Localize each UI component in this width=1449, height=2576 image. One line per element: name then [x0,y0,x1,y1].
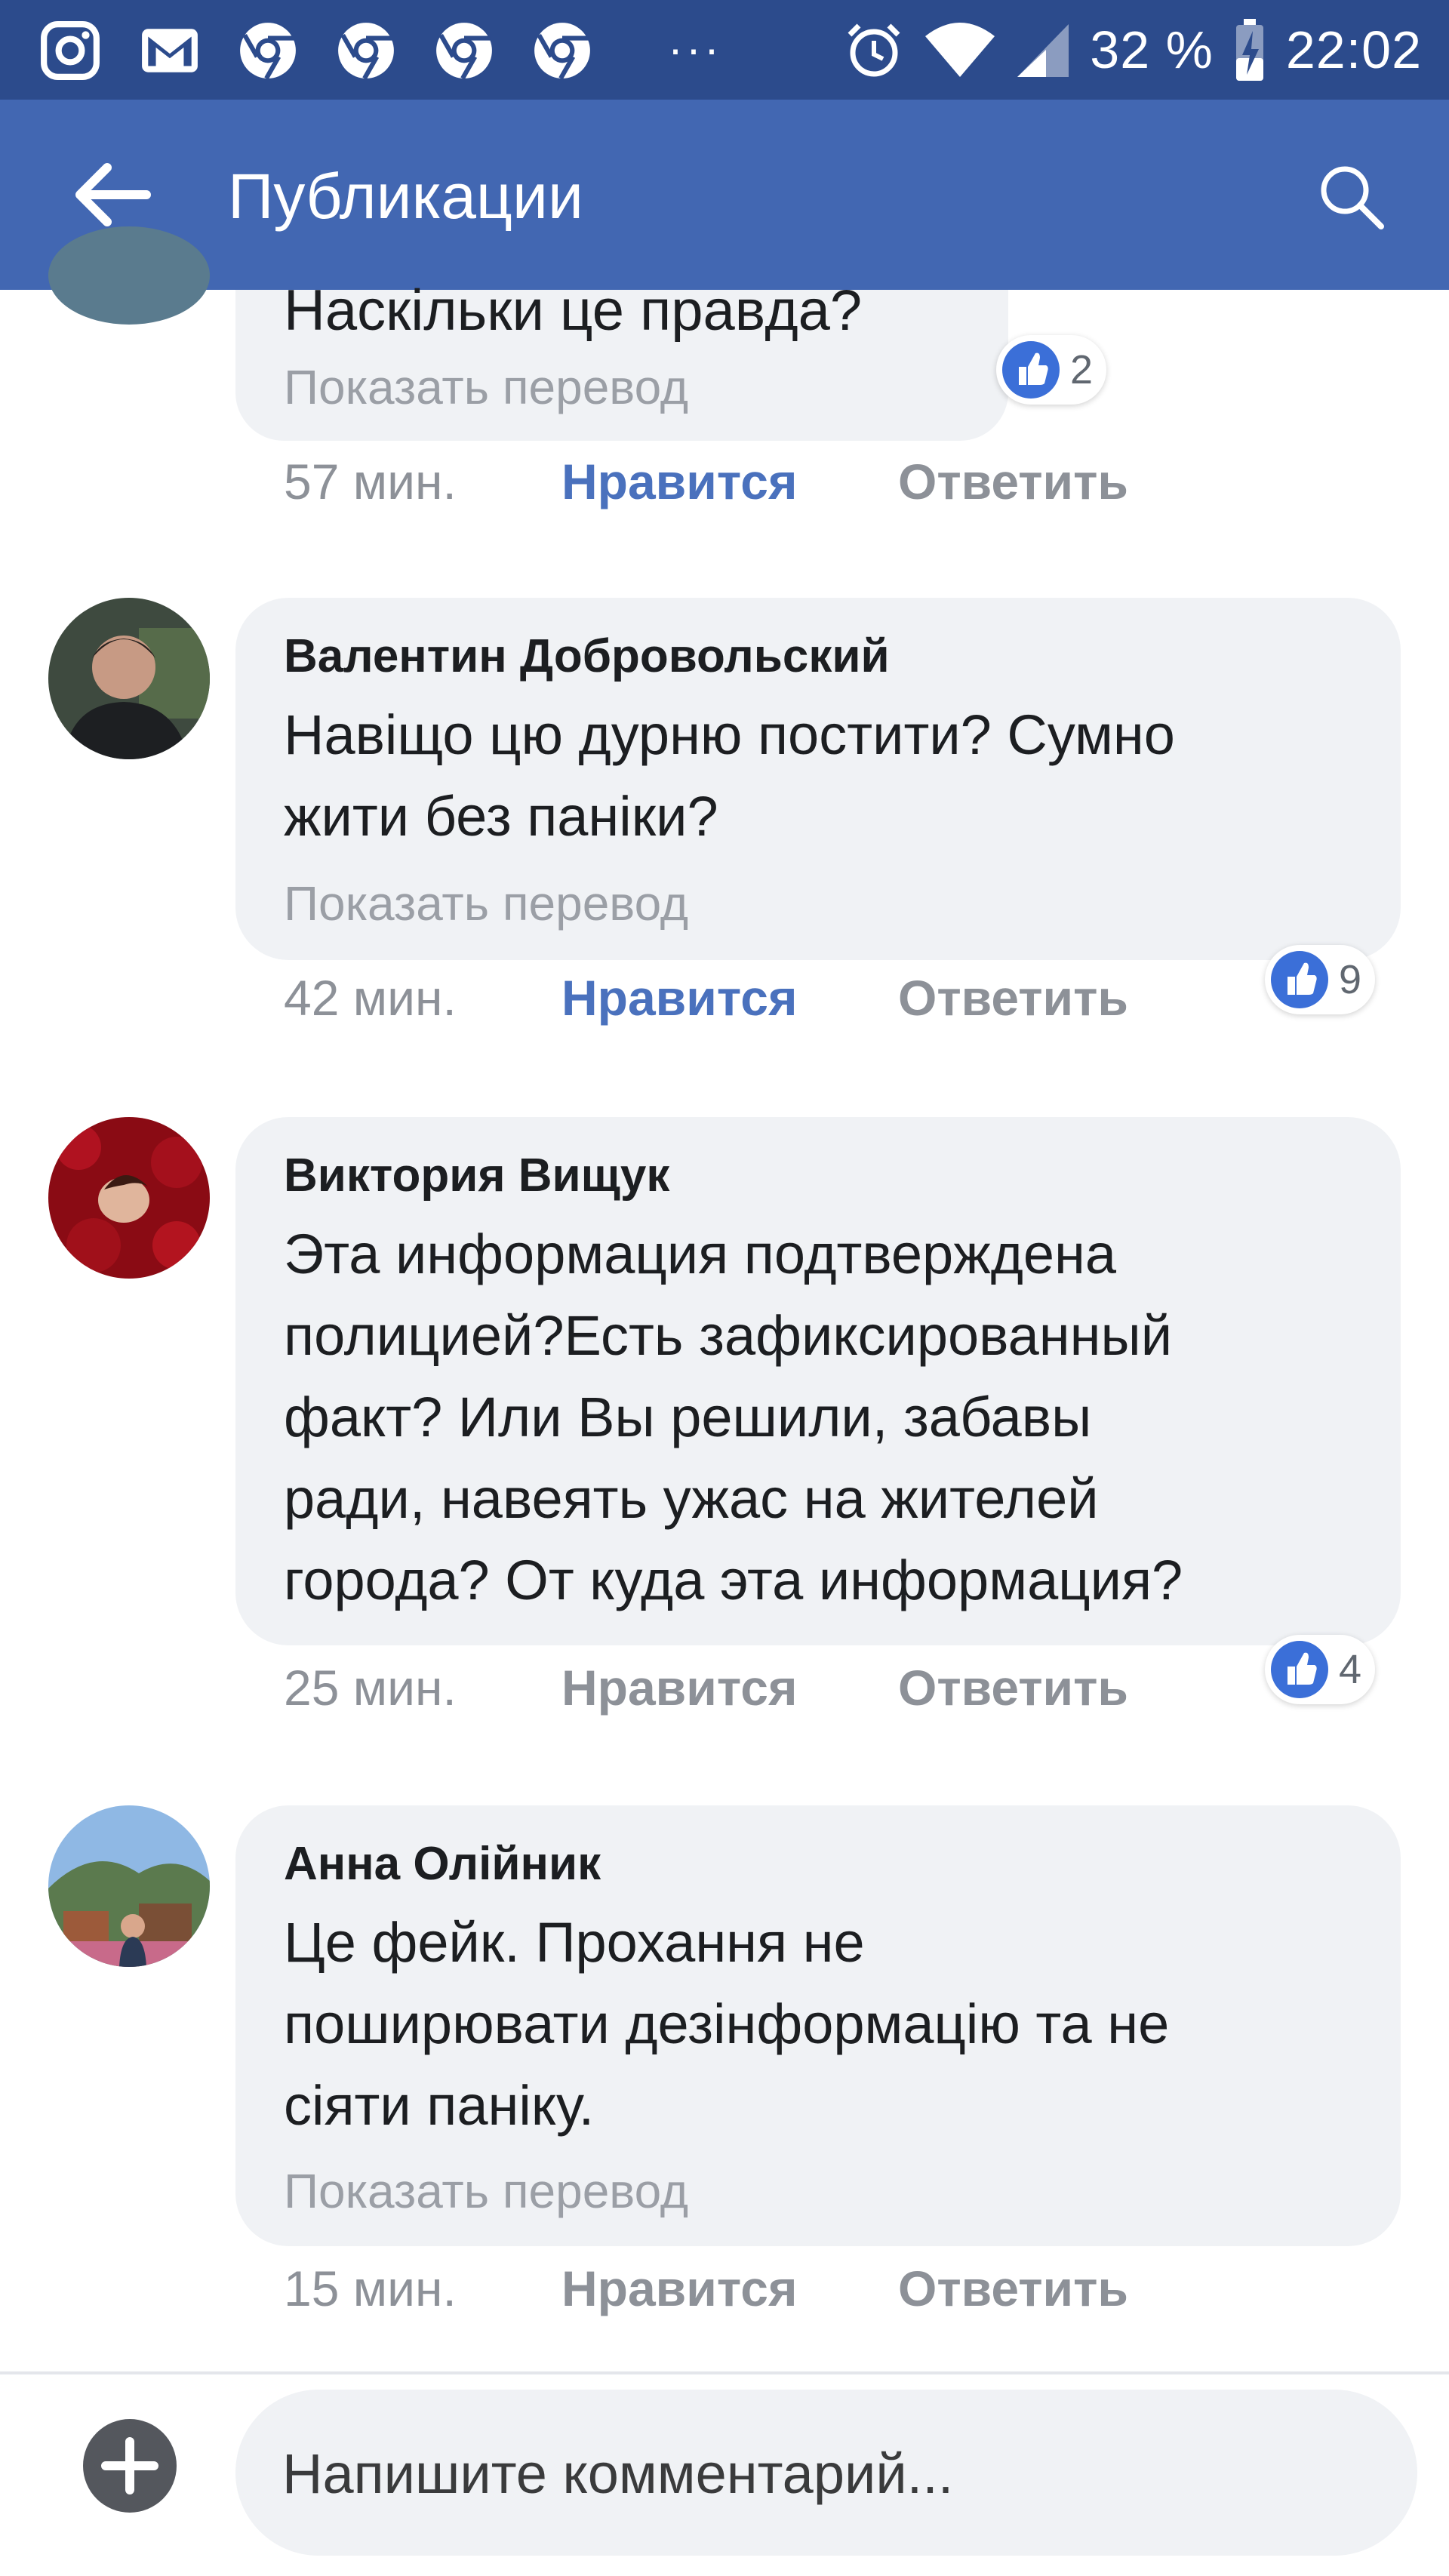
chrome-icon [240,23,296,80]
comment-time: 42 мин. [284,970,457,1026]
wifi-icon [925,23,995,77]
reply-button[interactable]: Ответить [898,969,1128,1026]
instagram-icon [41,21,100,80]
comment-bubble: Анна Олійник Це фейк. Прохання не поширю… [235,1805,1401,2246]
battery-percent: 32 % [1090,20,1214,79]
like-icon [1271,1641,1328,1698]
comment-text: Це фейк. Прохання не поширювати дезінфор… [284,1911,1170,2137]
chrome-icon [436,23,492,80]
reply-button[interactable]: Ответить [898,453,1128,510]
reaction-count-value: 2 [1070,347,1094,392]
avatar[interactable] [48,598,210,759]
reply-button[interactable]: Ответить [898,1659,1128,1716]
comment-actions: 57 мин. [284,453,457,510]
avatar[interactable] [48,1117,210,1279]
divider [0,2371,1449,2374]
comment-bubble: Валентин Добровольский Навіщо цю дурню п… [235,598,1401,960]
comment-composer [235,2390,1417,2557]
comment-author[interactable]: Виктория Вищук [284,1149,669,1202]
comment-bubble: Наскільки це правда? Показать перевод [235,279,1008,441]
signal-icon [1017,24,1069,77]
comment-text: Навіщо цю дурню постити? Сумно жити без … [284,703,1175,848]
page-title: Публикации [228,161,583,232]
avatar[interactable] [48,226,210,325]
add-attachment-icon[interactable] [82,2418,178,2514]
like-icon [1002,341,1060,399]
comment-text: Наскільки це правда? [284,279,863,343]
like-button[interactable]: Нравится [561,1659,798,1716]
comment-bubble: Виктория Вищук Эта информация подтвержде… [235,1117,1401,1645]
comment-text: Эта информация подтверждена полицией?Ест… [284,1223,1183,1611]
comment-time: 25 мин. [284,1660,457,1716]
like-button[interactable]: Нравится [561,2260,798,2317]
gmail-icon [142,29,198,72]
like-button[interactable]: Нравится [561,969,798,1026]
search-icon[interactable] [1316,162,1386,231]
back-arrow-icon[interactable] [72,160,151,229]
comment-author[interactable]: Валентин Добровольский [284,629,890,683]
avatar-photo [48,1805,210,1967]
show-translation-link[interactable]: Показать перевод [284,876,688,931]
alarm-icon [848,23,900,77]
reaction-count-value: 9 [1339,957,1362,1002]
clock: 22:02 [1285,20,1422,79]
more-notifications: ··· [668,23,722,74]
reaction-count[interactable]: 4 [1265,1635,1376,1704]
reaction-count[interactable]: 2 [996,335,1107,405]
avatar-photo [48,1117,210,1279]
avatar-photo [48,598,210,759]
show-translation-link[interactable]: Показать перевод [284,2163,688,2219]
like-icon [1271,951,1328,1008]
comment-author[interactable]: Анна Олійник [284,1837,601,1891]
reaction-count[interactable]: 9 [1265,945,1376,1014]
reaction-count-value: 4 [1339,1647,1362,1692]
reply-button[interactable]: Ответить [898,2260,1128,2317]
chrome-icon [534,23,590,80]
avatar[interactable] [48,1805,210,1967]
battery-charging-icon [1235,19,1263,81]
show-translation-link[interactable]: Показать перевод [284,359,688,415]
like-button[interactable]: Нравится [561,453,798,510]
app-bar: Публикации [0,100,1449,290]
chrome-icon [338,23,394,80]
comment-time: 15 мин. [284,2261,457,2316]
comment-time: 57 мин. [284,454,457,509]
comment-input[interactable] [281,2390,1401,2557]
status-bar: ··· 32 % 22:02 [0,0,1449,100]
